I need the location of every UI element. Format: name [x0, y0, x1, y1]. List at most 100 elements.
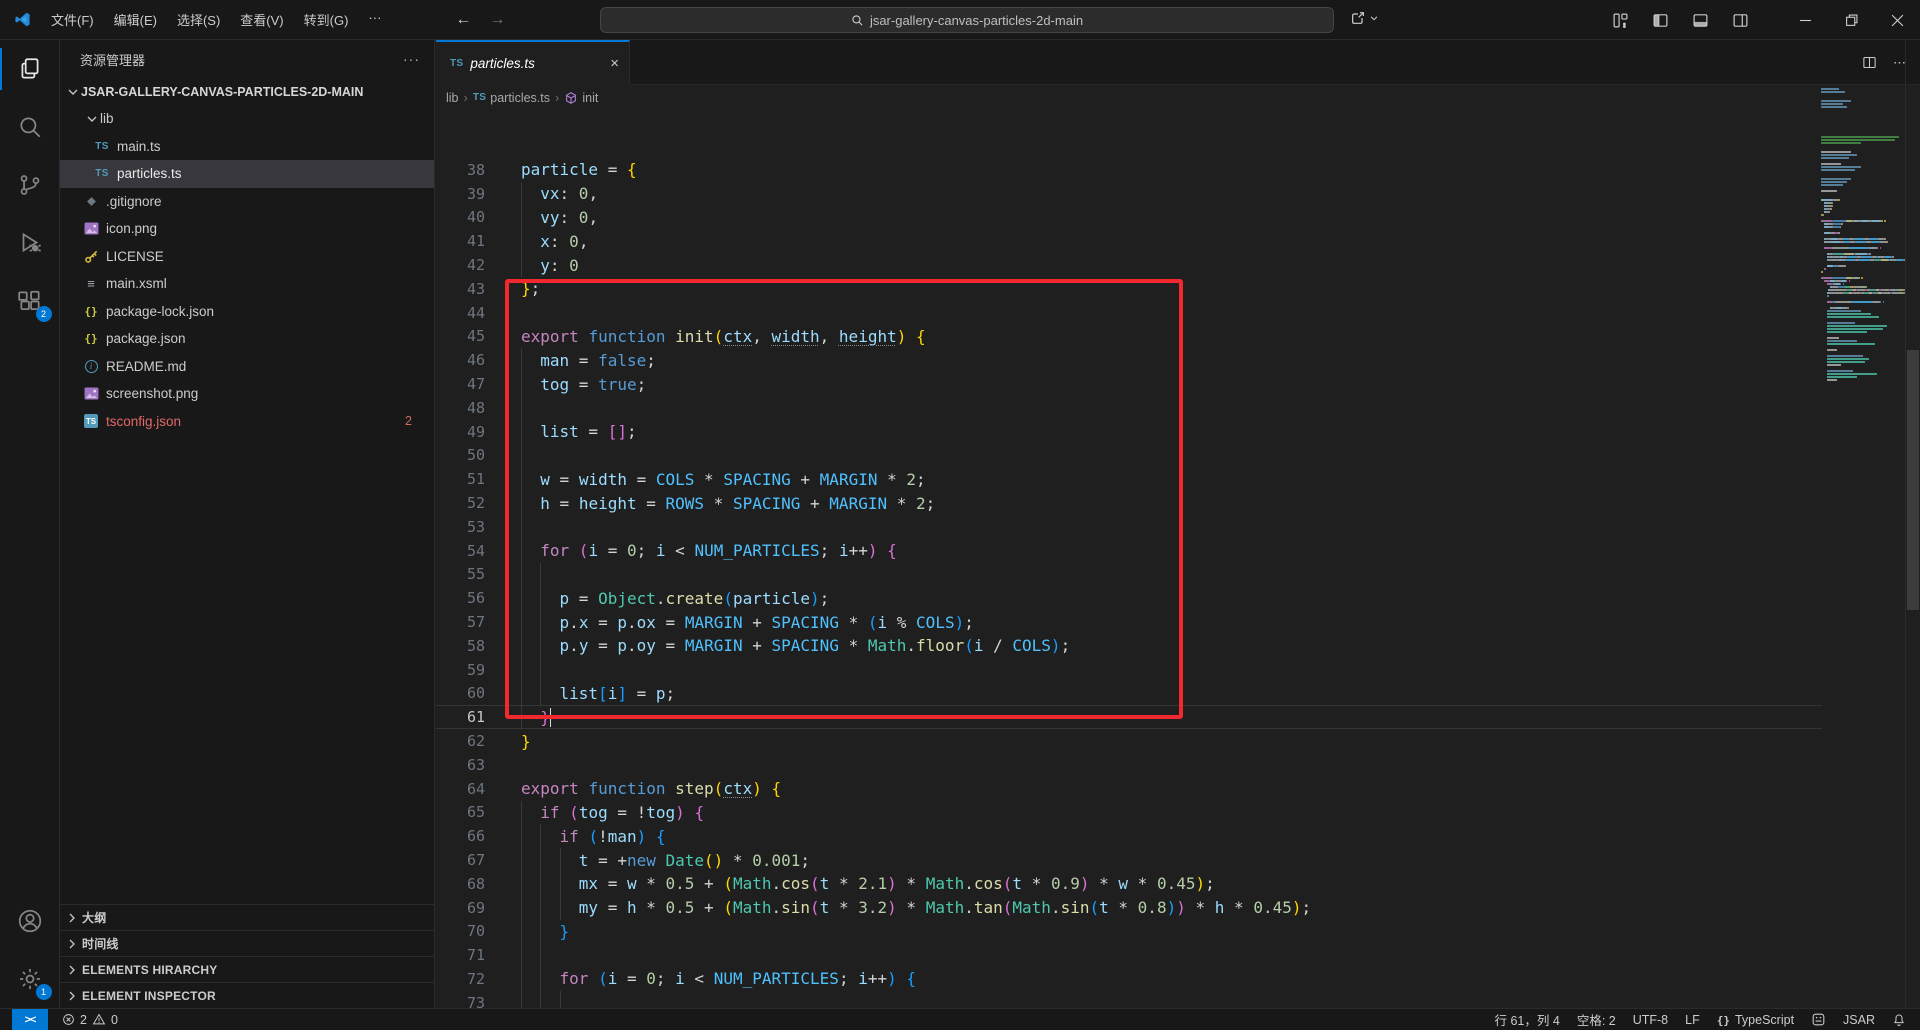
code-line-69[interactable]: 69 my = h * 0.5 + (Math.sin(t * 3.2) * M…	[436, 896, 1822, 920]
tree-item-main.xsml[interactable]: ≡main.xsml	[60, 270, 434, 298]
section-element-inspector[interactable]: ELEMENT INSPECTOR	[60, 982, 434, 1008]
breadcrumb-particles.ts[interactable]: TSparticles.ts	[473, 91, 550, 105]
code-line-59[interactable]: 59	[436, 658, 1822, 682]
code-line-53[interactable]: 53	[436, 515, 1822, 539]
customize-layout-icon[interactable]	[1612, 12, 1629, 29]
tree-item-main.ts[interactable]: TSmain.ts	[60, 133, 434, 161]
explorer-more-actions[interactable]: ···	[403, 51, 420, 67]
tree-item-icon.png[interactable]: icon.png	[60, 215, 434, 243]
code-line-68[interactable]: 68 mx = w * 0.5 + (Math.cos(t * 2.1) * M…	[436, 872, 1822, 896]
menu-item-v[interactable]: 查看(V)	[230, 6, 293, 33]
code-line-60[interactable]: 60 list[i] = p;	[436, 682, 1822, 706]
status-cursor-position[interactable]: 行 61，列 4	[1495, 1010, 1560, 1029]
breadcrumb-lib[interactable]: lib	[446, 91, 459, 105]
code-line-64[interactable]: 64export function step(ctx) {	[436, 777, 1822, 801]
activity-run-debug-icon[interactable]	[0, 214, 60, 272]
tree-item-package-lock.json[interactable]: {}package-lock.json	[60, 298, 434, 326]
tree-item-.gitignore[interactable]: .gitignore	[60, 188, 434, 216]
nav-forward-button[interactable]: →	[489, 11, 505, 29]
code-line-72[interactable]: 72 for (i = 0; i < NUM_PARTICLES; i++) {	[436, 967, 1822, 991]
toggle-sidebar-icon[interactable]	[1652, 12, 1669, 29]
code-line-49[interactable]: 49 list = [];	[436, 420, 1822, 444]
workspace-root-folder[interactable]: JSAR-GALLERY-CANVAS-PARTICLES-2D-MAIN	[60, 78, 434, 105]
code-editor[interactable]: 38particle = {39 vx: 0,40 vy: 0,41 x: 0,…	[436, 150, 1822, 1030]
tab-close-icon[interactable]: ×	[610, 55, 619, 72]
minimap[interactable]	[1821, 88, 1905, 385]
code-line-41[interactable]: 41 x: 0,	[436, 229, 1822, 253]
status-jsar[interactable]: JSAR	[1843, 1013, 1875, 1027]
remote-indicator[interactable]: ><	[12, 1009, 48, 1030]
section-大纲[interactable]: 大纲	[60, 904, 434, 930]
toggle-panel-icon[interactable]	[1692, 12, 1709, 29]
status-indentation[interactable]: 空格: 2	[1577, 1010, 1616, 1029]
code-line-38[interactable]: 38particle = {	[436, 158, 1822, 182]
code-line-63[interactable]: 63	[436, 753, 1822, 777]
tree-item-particles.ts[interactable]: TSparticles.ts	[60, 160, 434, 188]
line-number: 68	[436, 875, 485, 893]
tree-item-screenshot.png[interactable]: screenshot.png	[60, 380, 434, 408]
code-line-70[interactable]: 70 }	[436, 920, 1822, 944]
code-line-71[interactable]: 71	[436, 943, 1822, 967]
menu-item-s[interactable]: 选择(S)	[167, 6, 230, 33]
activity-settings-icon[interactable]: 1	[0, 950, 60, 1008]
status-encoding[interactable]: UTF-8	[1633, 1013, 1668, 1027]
code-line-48[interactable]: 48	[436, 396, 1822, 420]
tree-item-LICENSE[interactable]: LICENSE	[60, 243, 434, 271]
file-label: screenshot.png	[106, 386, 198, 401]
activity-account-icon[interactable]	[0, 892, 60, 950]
code-line-45[interactable]: 45export function init(ctx, width, heigh…	[436, 325, 1822, 349]
nav-back-button[interactable]: ←	[455, 11, 471, 29]
code-line-47[interactable]: 47 tog = true;	[436, 372, 1822, 396]
code-line-40[interactable]: 40 vy: 0,	[436, 206, 1822, 230]
minimize-button[interactable]	[1782, 0, 1828, 40]
tree-item-tsconfig.json[interactable]: TStsconfig.json2	[60, 408, 434, 436]
activity-source-control-icon[interactable]	[0, 156, 60, 214]
file-label: lib	[100, 111, 114, 126]
code-line-46[interactable]: 46 man = false;	[436, 348, 1822, 372]
code-line-66[interactable]: 66 if (!man) {	[436, 824, 1822, 848]
code-line-62[interactable]: 62}	[436, 729, 1822, 753]
close-button[interactable]	[1874, 0, 1920, 40]
menu-item-g[interactable]: 转到(G)	[294, 6, 359, 33]
tree-item-package.json[interactable]: {}package.json	[60, 325, 434, 353]
tab-particles-ts[interactable]: TS particles.ts ×	[436, 40, 630, 85]
code-line-52[interactable]: 52 h = height = ROWS * SPACING + MARGIN …	[436, 491, 1822, 515]
menu-item-f[interactable]: 文件(F)	[41, 6, 104, 33]
launch-profile-button[interactable]	[1350, 10, 1379, 26]
section-时间线[interactable]: 时间线	[60, 930, 434, 956]
code-line-58[interactable]: 58 p.y = p.oy = MARGIN + SPACING * Math.…	[436, 634, 1822, 658]
code-line-44[interactable]: 44	[436, 301, 1822, 325]
tree-item-lib[interactable]: lib	[60, 105, 434, 133]
restore-button[interactable]	[1828, 0, 1874, 40]
split-editor-icon[interactable]	[1862, 55, 1877, 70]
status-feedback[interactable]	[1811, 1012, 1826, 1027]
code-line-57[interactable]: 57 p.x = p.ox = MARGIN + SPACING * (i % …	[436, 610, 1822, 634]
status-language-mode[interactable]: {}TypeScript	[1717, 1013, 1794, 1027]
code-line-67[interactable]: 67 t = +new Date() * 0.001;	[436, 848, 1822, 872]
problems-status[interactable]: 2 0	[62, 1013, 118, 1027]
code-line-54[interactable]: 54 for (i = 0; i < NUM_PARTICLES; i++) {	[436, 539, 1822, 563]
breadcrumb-init[interactable]: init	[564, 91, 598, 105]
menu-item-e[interactable]: 编辑(E)	[104, 6, 167, 33]
activity-explorer-icon[interactable]	[0, 40, 60, 98]
code-line-51[interactable]: 51 w = width = COLS * SPACING + MARGIN *…	[436, 467, 1822, 491]
code-line-43[interactable]: 43};	[436, 277, 1822, 301]
code-line-50[interactable]: 50	[436, 444, 1822, 468]
indent-guide	[560, 896, 561, 920]
code-line-42[interactable]: 42 y: 0	[436, 253, 1822, 277]
section-elements-hirarchy[interactable]: ELEMENTS HIRARCHY	[60, 956, 434, 982]
activity-extensions-icon[interactable]: 2	[0, 272, 60, 330]
code-line-55[interactable]: 55	[436, 563, 1822, 587]
code-line-65[interactable]: 65 if (tog = !tog) {	[436, 801, 1822, 825]
code-line-61[interactable]: 61 }	[436, 705, 1822, 729]
tree-item-README.md[interactable]: iREADME.md	[60, 353, 434, 381]
activity-search-icon[interactable]	[0, 98, 60, 156]
status-eol[interactable]: LF	[1685, 1013, 1700, 1027]
code-line-39[interactable]: 39 vx: 0,	[436, 182, 1822, 206]
vertical-scrollbar[interactable]	[1907, 350, 1919, 610]
code-line-56[interactable]: 56 p = Object.create(particle);	[436, 586, 1822, 610]
menu-item-[interactable]: ···	[358, 6, 391, 33]
command-center-search[interactable]: jsar-gallery-canvas-particles-2d-main	[600, 7, 1334, 33]
status-notifications[interactable]	[1892, 1013, 1906, 1027]
toggle-secondary-sidebar-icon[interactable]	[1732, 12, 1749, 29]
